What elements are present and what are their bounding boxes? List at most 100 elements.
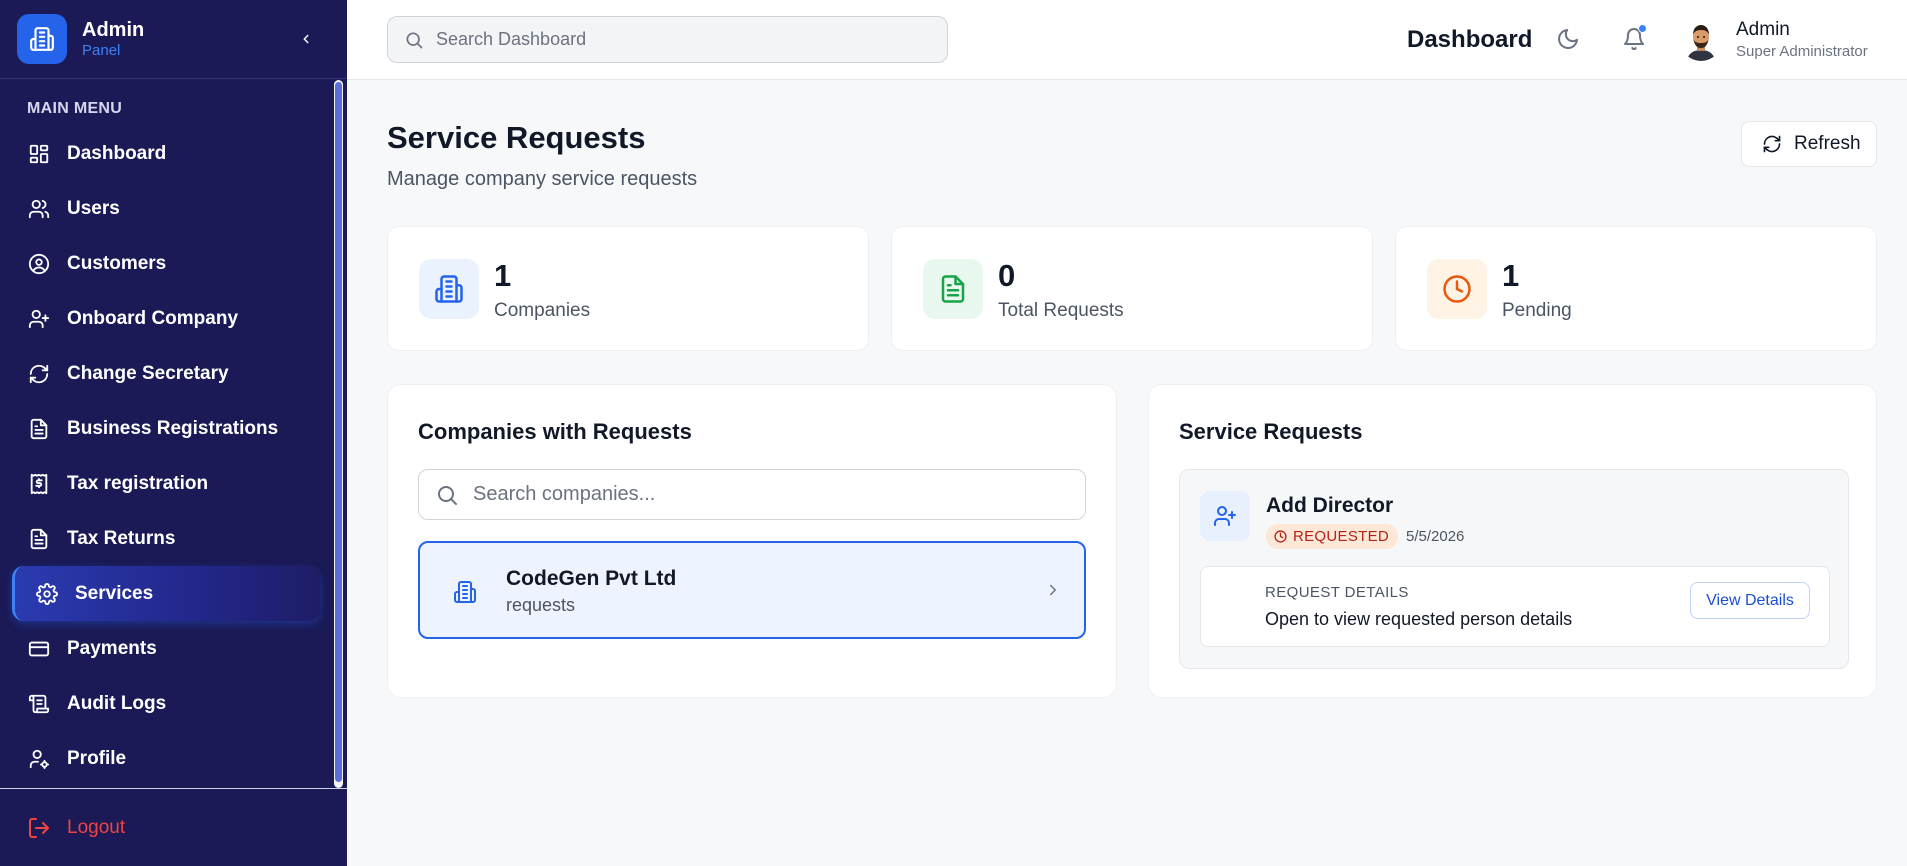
credit-card-icon [27, 637, 51, 661]
dashboard-search[interactable] [387, 16, 948, 63]
request-details-text: Open to view requested person details [1265, 609, 1573, 629]
stat-card-total-requests: 0 Total Requests [891, 226, 1373, 351]
refresh-icon [27, 362, 51, 386]
sidebar-scrollbar-thumb[interactable] [335, 82, 342, 782]
sidebar-item-label: Tax registration [67, 472, 209, 494]
document-icon [27, 417, 51, 441]
chevron-left-icon [303, 34, 309, 44]
search-icon [438, 485, 457, 505]
sidebar-item-label: Users [67, 197, 120, 219]
sidebar-item-label: Profile [67, 747, 127, 769]
dollar-receipt-icon [27, 472, 51, 496]
request-details-label: REQUEST DETAILS [1265, 584, 1409, 601]
sidebar-item-label: Payments [67, 637, 157, 659]
user-role: Super Administrator [1736, 43, 1868, 60]
sidebar-item-label: Services [75, 582, 154, 604]
brand-subtitle: Panel [82, 42, 121, 59]
sidebar-item-payments[interactable]: Payments [0, 621, 330, 676]
top-bar-title: Dashboard [1407, 26, 1533, 53]
stat-value: 1 [1502, 258, 1520, 293]
moon-icon [1558, 29, 1578, 49]
refresh-label: Refresh [1794, 133, 1861, 154]
request-title: Add Director [1266, 494, 1394, 517]
sidebar-item-users[interactable]: Users [0, 181, 330, 236]
sidebar-item-audit-logs[interactable]: Audit Logs [0, 676, 330, 731]
sidebar: Admin Panel MAIN MENU Dashboard Users Cu… [0, 0, 347, 866]
sidebar-item-customers[interactable]: Customers [0, 236, 330, 291]
stat-value: 1 [494, 258, 512, 293]
document-icon [27, 527, 51, 551]
theme-toggle-button[interactable] [1556, 27, 1580, 51]
top-bar: Dashboard Admin Super Administrator [347, 0, 1907, 80]
sidebar-item-tax-registration[interactable]: Tax registration [0, 456, 330, 511]
notification-badge [1638, 24, 1647, 33]
user-circle-icon [27, 252, 51, 276]
stat-label: Companies [494, 300, 591, 321]
view-details-button[interactable]: View Details [1690, 582, 1810, 619]
dashboard-search-input[interactable] [436, 29, 916, 50]
sidebar-item-label: Customers [67, 252, 167, 274]
avatar[interactable] [1680, 19, 1722, 61]
logout-button[interactable]: Logout [27, 816, 125, 840]
user-name: Admin [1736, 19, 1790, 40]
brand-title: Admin [82, 19, 145, 41]
company-subtitle: requests [506, 595, 576, 615]
request-date: 5/5/2026 [1406, 528, 1465, 545]
company-list-item[interactable]: CodeGen Pvt Ltd requests [418, 541, 1086, 639]
page-title: Service Requests [387, 120, 646, 155]
sidebar-item-label: Tax Returns [67, 527, 176, 549]
menu-section-title: MAIN MENU [27, 100, 123, 117]
companies-panel-title: Companies with Requests [418, 419, 692, 444]
gear-icon [35, 582, 59, 606]
logout-icon [27, 816, 51, 840]
clock-icon [1427, 259, 1487, 319]
status-badge: REQUESTED [1266, 524, 1399, 549]
refresh-button[interactable]: Refresh [1741, 121, 1877, 167]
collapse-sidebar-button[interactable] [296, 28, 316, 50]
stat-card-pending: 1 Pending [1395, 226, 1877, 351]
companies-panel: Companies with Requests CodeGen Pvt Ltd … [387, 384, 1117, 698]
service-requests-panel: Service Requests Add Director REQUESTED … [1148, 384, 1877, 698]
logout-label: Logout [67, 817, 126, 838]
status-label: REQUESTED [1293, 528, 1390, 545]
service-requests-panel-title: Service Requests [1179, 419, 1363, 444]
clock-icon [1274, 530, 1287, 543]
logo [17, 14, 67, 64]
companies-search-input[interactable] [473, 483, 1073, 506]
sidebar-item-tax-returns[interactable]: Tax Returns [0, 511, 330, 566]
refresh-icon [1763, 135, 1781, 153]
page-subtitle: Manage company service requests [387, 168, 698, 190]
users-icon [27, 197, 51, 221]
sidebar-item-profile[interactable]: Profile [0, 731, 330, 786]
stat-card-companies: 1 Companies [387, 226, 869, 351]
sidebar-item-change-secretary[interactable]: Change Secretary [0, 346, 330, 401]
chevron-right-icon [1050, 584, 1056, 596]
stat-label: Pending [1502, 300, 1572, 321]
avatar-image [1680, 19, 1722, 61]
user-gear-icon [27, 747, 51, 771]
sidebar-item-label: Dashboard [67, 142, 167, 164]
company-name: CodeGen Pvt Ltd [506, 567, 677, 590]
user-plus-icon [1200, 491, 1250, 541]
sidebar-item-label: Business Registrations [67, 417, 279, 439]
request-details: REQUEST DETAILS Open to view requested p… [1200, 566, 1830, 647]
building-icon [419, 259, 479, 319]
sidebar-item-label: Onboard Company [67, 307, 239, 329]
sidebar-item-business-registrations[interactable]: Business Registrations [0, 401, 330, 456]
stat-label: Total Requests [998, 300, 1124, 321]
stat-value: 0 [998, 258, 1016, 293]
building-icon [30, 27, 54, 51]
sidebar-header: Admin Panel [0, 0, 347, 79]
user-plus-icon [27, 307, 51, 331]
scroll-icon [27, 692, 51, 716]
companies-search[interactable] [418, 469, 1086, 520]
sidebar-item-label: Audit Logs [67, 692, 167, 714]
sidebar-item-onboard-company[interactable]: Onboard Company [0, 291, 330, 346]
search-icon [406, 32, 423, 48]
sidebar-scrollbar[interactable] [334, 80, 343, 788]
building-icon [454, 581, 476, 603]
sidebar-item-dashboard[interactable]: Dashboard [0, 126, 330, 181]
document-icon [923, 259, 983, 319]
sidebar-menu: Dashboard Users Customers Onboard Compan… [0, 126, 330, 786]
sidebar-item-services[interactable]: Services [12, 566, 320, 621]
